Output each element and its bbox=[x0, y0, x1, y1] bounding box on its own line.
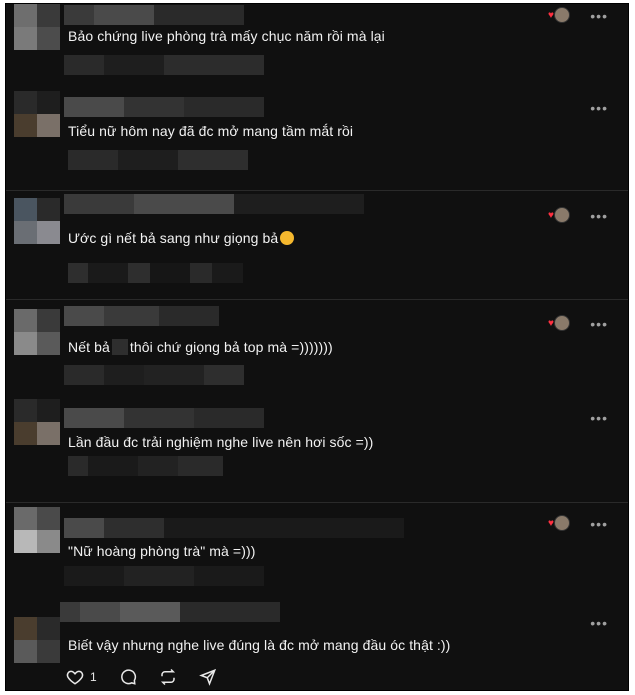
comment-thread: Bảo chứng live phòng trà mấy chục năm rồ… bbox=[5, 3, 629, 691]
divider bbox=[6, 299, 628, 300]
more-icon[interactable]: ••• bbox=[590, 9, 608, 23]
more-icon[interactable]: ••• bbox=[590, 209, 608, 223]
author-avatar bbox=[554, 207, 570, 223]
avatar[interactable] bbox=[14, 309, 60, 355]
more-icon[interactable]: ••• bbox=[590, 411, 608, 425]
meta-redacted bbox=[68, 150, 248, 170]
heart-icon: ♥ bbox=[548, 518, 554, 529]
author-avatar bbox=[554, 7, 570, 23]
comment-icon bbox=[120, 669, 136, 685]
meta-redacted bbox=[68, 263, 243, 283]
heart-icon: ♥ bbox=[548, 210, 554, 221]
username-redacted bbox=[64, 97, 264, 117]
username-redacted bbox=[64, 5, 244, 25]
avatar[interactable] bbox=[14, 198, 60, 244]
author-avatar bbox=[554, 515, 570, 531]
username-redacted bbox=[64, 194, 364, 214]
tired-face-emoji bbox=[280, 231, 295, 245]
reply-button[interactable] bbox=[119, 668, 137, 686]
avatar[interactable] bbox=[14, 507, 60, 553]
username-redacted bbox=[64, 408, 264, 428]
liked-by-author[interactable]: ♥ bbox=[548, 315, 570, 333]
comment-text: Biết vậy nhưng nghe live đúng là đc mở m… bbox=[68, 637, 451, 653]
more-icon[interactable]: ••• bbox=[590, 517, 608, 531]
username-redacted bbox=[60, 602, 280, 622]
share-icon bbox=[198, 668, 216, 686]
more-icon[interactable]: ••• bbox=[590, 101, 608, 115]
comment-text: Tiểu nữ hôm nay đã đc mở mang tầm mắt rồ… bbox=[68, 123, 354, 139]
comment-text: Nết bả thôi chứ giọng bả top mà =))))))) bbox=[68, 339, 333, 355]
avatar[interactable] bbox=[14, 91, 60, 137]
heart-outline-icon bbox=[66, 670, 84, 685]
comment-text: "Nữ hoàng phòng trà" mà =))) bbox=[68, 543, 256, 559]
divider bbox=[6, 502, 628, 503]
more-icon[interactable]: ••• bbox=[590, 616, 608, 630]
repost-button[interactable] bbox=[159, 668, 177, 686]
redacted-word bbox=[111, 339, 128, 355]
heart-icon: ♥ bbox=[548, 10, 554, 21]
like-count: 1 bbox=[90, 670, 97, 684]
more-icon[interactable]: ••• bbox=[590, 317, 608, 331]
divider bbox=[6, 190, 628, 191]
comment-text: Ước gì nết bả sang như giọng bả bbox=[68, 230, 295, 246]
comment-text: Lần đầu đc trải nghiệm nghe live nên hơi… bbox=[68, 434, 374, 450]
avatar[interactable] bbox=[14, 399, 60, 445]
heart-icon: ♥ bbox=[548, 318, 554, 329]
liked-by-author[interactable]: ♥ bbox=[548, 207, 570, 225]
author-avatar bbox=[554, 315, 570, 331]
like-button[interactable]: 1 bbox=[66, 668, 97, 686]
username-redacted bbox=[64, 518, 404, 538]
comment-text: Bảo chứng live phòng trà mấy chục năm rồ… bbox=[68, 28, 385, 44]
liked-by-author[interactable]: ♥ bbox=[548, 7, 570, 25]
avatar[interactable] bbox=[14, 4, 60, 50]
avatar[interactable] bbox=[14, 617, 60, 663]
action-bar: 1 bbox=[66, 668, 239, 686]
share-button[interactable] bbox=[198, 668, 217, 686]
username-redacted bbox=[64, 306, 219, 326]
meta-redacted bbox=[64, 365, 244, 385]
repost-icon bbox=[160, 668, 175, 686]
meta-redacted bbox=[64, 566, 264, 586]
meta-redacted bbox=[64, 55, 264, 75]
meta-redacted bbox=[68, 456, 223, 476]
liked-by-author[interactable]: ♥ bbox=[548, 515, 570, 533]
